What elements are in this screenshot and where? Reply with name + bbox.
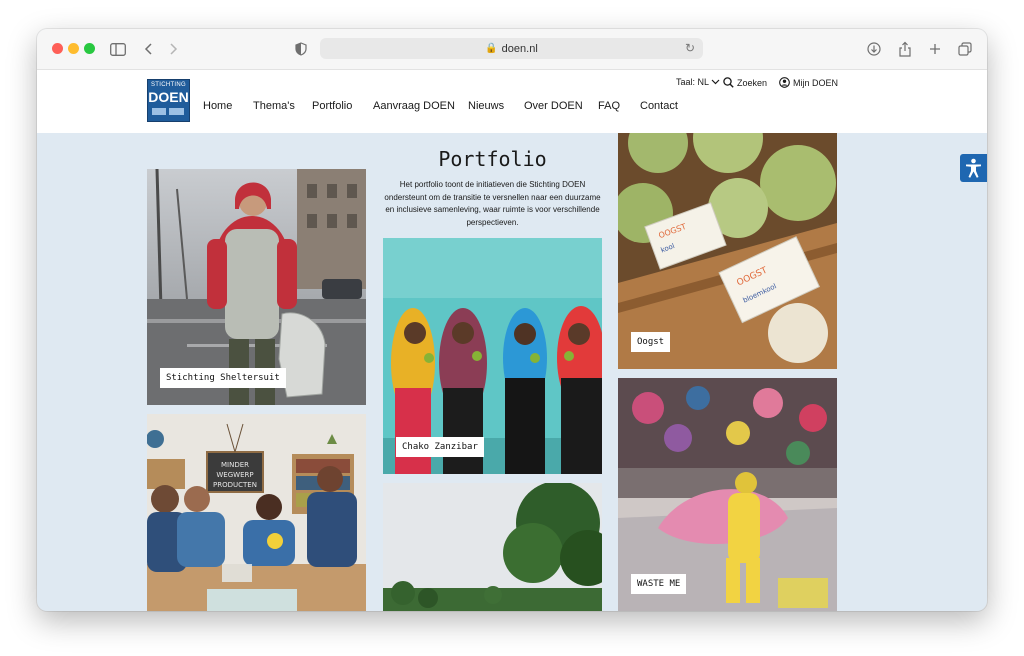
nav-themas[interactable]: Thema's bbox=[253, 100, 295, 112]
svg-text:MINDER: MINDER bbox=[221, 461, 249, 469]
forward-icon[interactable] bbox=[165, 38, 181, 60]
nav-aanvraag-doen[interactable]: Aanvraag DOEN bbox=[373, 100, 455, 112]
nav-portfolio[interactable]: Portfolio bbox=[312, 100, 352, 112]
page-title: Portfolio bbox=[438, 147, 547, 171]
user-icon bbox=[779, 77, 790, 88]
account-link[interactable]: Mijn DOEN bbox=[779, 77, 838, 88]
portfolio-caption: Stichting Sheltersuit bbox=[160, 368, 286, 388]
reload-icon[interactable]: ↻ bbox=[685, 41, 695, 55]
share-icon[interactable] bbox=[897, 38, 913, 60]
minimize-window-button[interactable] bbox=[68, 43, 79, 54]
new-tab-icon[interactable] bbox=[927, 38, 943, 60]
portfolio-card-sheltersuit[interactable]: Stichting Sheltersuit bbox=[147, 169, 366, 405]
nav-home[interactable]: Home bbox=[203, 100, 232, 112]
svg-text:PRODUCTEN: PRODUCTEN bbox=[213, 481, 257, 489]
logo-line-1: STICHTING bbox=[150, 82, 187, 88]
nav-over-doen[interactable]: Over DOEN bbox=[524, 100, 583, 112]
tab-overview-icon[interactable] bbox=[957, 38, 973, 60]
page-intro-text: Het portfolio toont de initiatieven die … bbox=[384, 180, 601, 227]
sidebar-icon[interactable] bbox=[109, 38, 127, 60]
portfolio-intro: Portfolio Het portfolio toont de initiat… bbox=[383, 147, 602, 229]
portfolio-caption: WASTE ME bbox=[631, 574, 687, 594]
portfolio-card-oogst[interactable]: OOGST kool OOGST bloemkool Oogst bbox=[618, 133, 837, 369]
nav-faq[interactable]: FAQ bbox=[598, 100, 620, 112]
portfolio-page: Stichting Sheltersuit MINDER WEGWERP PRO… bbox=[37, 133, 987, 611]
search-label: Zoeken bbox=[737, 77, 768, 88]
back-icon[interactable] bbox=[141, 38, 157, 60]
portfolio-card-workshop[interactable]: MINDER WEGWERP PRODUCTEN bbox=[147, 414, 366, 611]
downloads-icon[interactable] bbox=[866, 38, 882, 60]
nav-contact[interactable]: Contact bbox=[640, 100, 678, 112]
portfolio-card-waste-me[interactable]: WASTE ME bbox=[618, 378, 837, 611]
trees-photo bbox=[383, 483, 602, 611]
address-bar-url: doen.nl bbox=[501, 42, 538, 55]
site-header: STICHTING DOEN Home Thema's Portfolio Aa… bbox=[37, 70, 987, 133]
language-label: Taal: NL bbox=[676, 77, 710, 87]
doen-logo[interactable]: STICHTING DOEN bbox=[147, 79, 190, 122]
account-label: Mijn DOEN bbox=[793, 77, 839, 88]
logo-line-2: DOEN bbox=[148, 89, 189, 105]
portfolio-caption: Oogst bbox=[631, 332, 671, 352]
portfolio-card-trees[interactable] bbox=[383, 483, 602, 611]
chevron-down-icon bbox=[711, 79, 720, 85]
browser-window: 🔒 doen.nl ↻ STICHTING DOEN Home Thema's … bbox=[37, 29, 987, 611]
language-selector[interactable]: Taal: NL bbox=[676, 77, 720, 87]
search-link[interactable]: Zoeken bbox=[723, 77, 767, 88]
close-window-button[interactable] bbox=[52, 43, 63, 54]
svg-text:WEGWERP: WEGWERP bbox=[216, 471, 253, 479]
privacy-shield-icon[interactable] bbox=[293, 38, 309, 60]
zoom-window-button[interactable] bbox=[84, 43, 95, 54]
nav-nieuws[interactable]: Nieuws bbox=[468, 100, 504, 112]
browser-toolbar: 🔒 doen.nl ↻ bbox=[37, 29, 987, 70]
lock-icon: 🔒 bbox=[485, 43, 498, 54]
accessibility-button[interactable] bbox=[960, 154, 987, 182]
address-bar[interactable]: 🔒 doen.nl ↻ bbox=[320, 38, 703, 59]
search-icon bbox=[723, 77, 734, 88]
accessibility-icon bbox=[966, 158, 981, 178]
portfolio-caption: Chako Zanzibar bbox=[396, 437, 484, 457]
workshop-photo: MINDER WEGWERP PRODUCTEN bbox=[147, 414, 366, 611]
portfolio-card-chako-zanzibar[interactable]: Chako Zanzibar bbox=[383, 238, 602, 474]
